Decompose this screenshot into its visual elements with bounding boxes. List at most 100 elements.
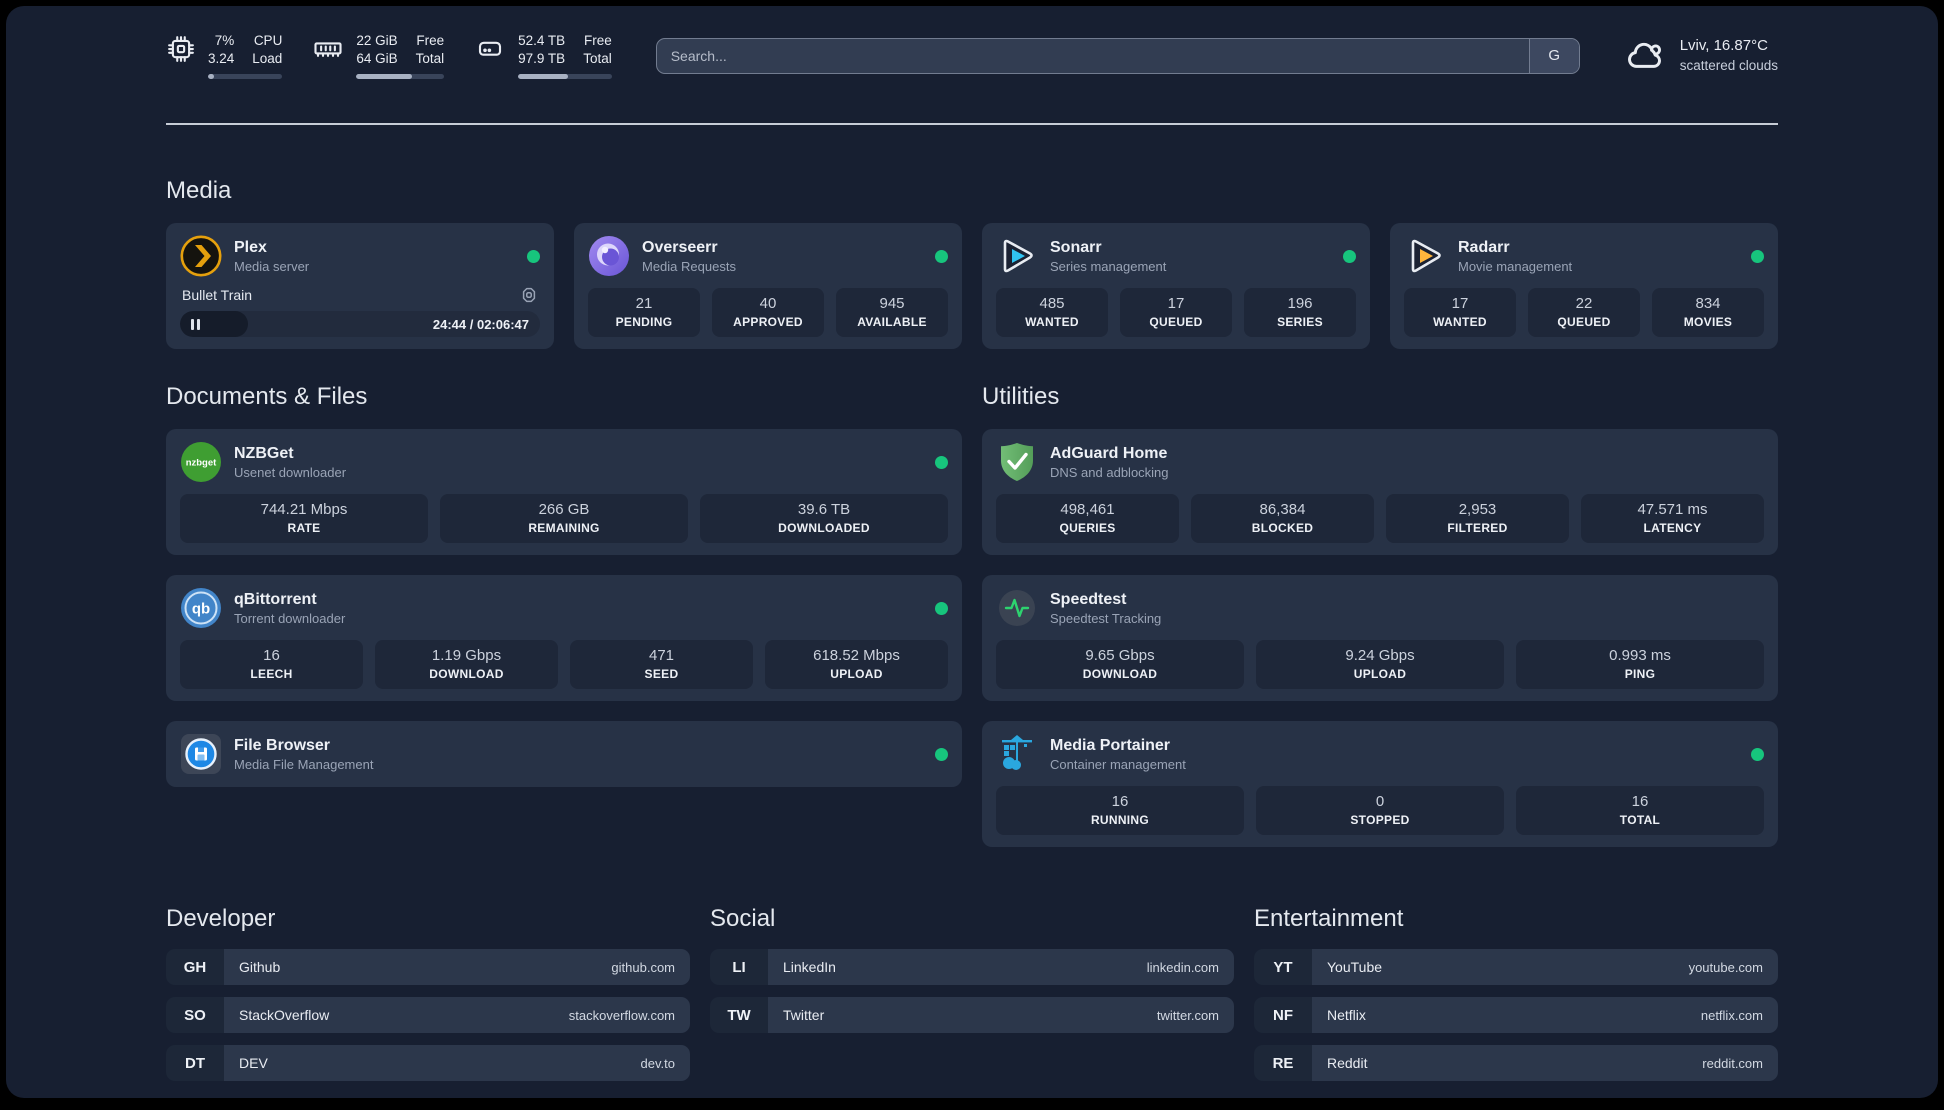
weather-location-temp: Lviv, 16.87°C: [1679, 36, 1768, 54]
svg-text:nzbget: nzbget: [186, 458, 217, 469]
bookmark-youtube[interactable]: YT YouTube youtube.com: [1254, 949, 1778, 985]
stat-approved: 40 APPROVED: [712, 288, 824, 337]
status-dot: [1751, 747, 1764, 761]
bookmark-name: Github: [239, 959, 281, 975]
bookmark-dev[interactable]: DT DEV dev.to: [166, 1045, 690, 1081]
bookmark-name: YouTube: [1327, 959, 1383, 975]
app-desc: Torrent downloader: [234, 610, 346, 626]
stat-remaining: 266 GB REMAINING: [440, 494, 688, 543]
app-card-portainer[interactable]: Media Portainer Container management 16 R…: [982, 721, 1778, 847]
now-playing-title: Bullet Train: [182, 287, 253, 303]
stat-queued: 17 QUEUED: [1120, 288, 1232, 337]
adguard-icon: [996, 441, 1038, 483]
app-card-filebrowser[interactable]: File Browser Media File Management: [166, 721, 962, 787]
app-name: Speedtest: [1050, 590, 1127, 608]
playback-progress-bar[interactable]: 24:44 / 02:06:47: [180, 311, 540, 337]
app-name: AdGuard Home: [1050, 444, 1168, 462]
app-card-adguard[interactable]: AdGuard Home DNS and adblocking 498,461 Q…: [982, 429, 1778, 555]
bookmark-name: Twitter: [783, 1007, 825, 1023]
stat-queued: 22 QUEUED: [1528, 288, 1640, 337]
cpu-percent: 7%: [214, 33, 235, 48]
bookmark-tag: SO: [166, 997, 224, 1033]
svg-text:qb: qb: [192, 601, 210, 618]
memory-total-value: 64 GiB: [356, 51, 398, 66]
speedtest-icon: [996, 587, 1038, 629]
status-dot: [935, 601, 948, 615]
app-desc: Container management: [1050, 756, 1186, 772]
disk-total-label: Total: [583, 51, 612, 66]
bookmark-stackoverflow[interactable]: SO StackOverflow stackoverflow.com: [166, 997, 690, 1033]
status-dot: [1343, 249, 1356, 263]
stat-movies: 834 MOVIES: [1652, 288, 1764, 337]
cpu-widget: 7% 3.24 CPU Load: [166, 32, 283, 79]
stat-download: 9.65 Gbps DOWNLOAD: [996, 640, 1244, 689]
memory-widget: 22 GiB 64 GiB Free Total: [312, 32, 445, 79]
app-name: Plex: [234, 238, 267, 256]
bookmark-url: linkedin.com: [1146, 959, 1219, 975]
bookmark-netflix[interactable]: NF Netflix netflix.com: [1254, 997, 1778, 1033]
memory-free-label: Free: [416, 33, 445, 48]
stat-series: 196 SERIES: [1244, 288, 1356, 337]
weather-widget: Lviv, 16.87°C scattered clouds: [1624, 36, 1778, 76]
bookmark-github[interactable]: GH Github github.com: [166, 949, 690, 985]
app-card-plex[interactable]: Plex Media server Bullet Train 24:44 / 0…: [166, 223, 554, 349]
memory-progress-bar: [356, 74, 445, 79]
stat-leech: 16 LEECH: [180, 640, 363, 689]
search-engine-button[interactable]: G: [1528, 38, 1579, 73]
section-title-social: Social: [710, 905, 776, 932]
memory-total-label: Total: [415, 51, 445, 66]
bookmark-name: Reddit: [1327, 1055, 1368, 1071]
bookmark-twitter[interactable]: TW Twitter twitter.com: [710, 997, 1234, 1033]
app-name: File Browser: [234, 736, 331, 754]
bookmark-name: StackOverflow: [239, 1007, 330, 1023]
bookmark-url: netflix.com: [1700, 1007, 1763, 1023]
app-desc: Media server: [234, 258, 310, 274]
overseerr-icon: [588, 235, 630, 277]
app-desc: Media File Management: [234, 756, 374, 772]
section-title-developer: Developer: [166, 905, 276, 932]
bookmark-url: youtube.com: [1688, 959, 1763, 975]
section-title-entertainment: Entertainment: [1254, 905, 1404, 932]
bookmark-tag: TW: [710, 997, 768, 1033]
bookmark-group-developer: Developer GH Github github.com SO StackO…: [166, 905, 690, 1093]
gear-icon[interactable]: [520, 286, 538, 304]
app-card-overseerr[interactable]: Overseerr Media Requests 21 PENDING 40 APP…: [574, 223, 962, 349]
app-card-speedtest[interactable]: Speedtest Speedtest Tracking 9.65 Gbps DO…: [982, 575, 1778, 701]
bookmark-url: dev.to: [640, 1055, 675, 1071]
search-bar: G: [655, 37, 1580, 74]
app-name: Radarr: [1458, 238, 1510, 256]
app-card-radarr[interactable]: Radarr Movie management 17 WANTED 22 QUEUE…: [1390, 223, 1778, 349]
app-name: Media Portainer: [1050, 736, 1171, 754]
stat-wanted: 17 WANTED: [1404, 288, 1516, 337]
stat-pending: 21 PENDING: [588, 288, 700, 337]
disk-free-label: Free: [583, 33, 612, 48]
status-dot: [935, 455, 948, 469]
app-desc: Series management: [1050, 258, 1167, 274]
app-card-nzbget[interactable]: nzbget NZBGet Usenet downloader 744.21 M…: [166, 429, 962, 555]
cpu-icon: [166, 32, 196, 64]
section-title-utilities: Utilities: [982, 383, 1060, 410]
weather-condition: scattered clouds: [1679, 57, 1778, 73]
search-input[interactable]: [655, 37, 1580, 74]
bookmark-name: DEV: [239, 1055, 268, 1071]
bookmark-reddit[interactable]: RE Reddit reddit.com: [1254, 1045, 1778, 1081]
cpu-progress-bar: [208, 74, 283, 79]
app-name: Sonarr: [1050, 238, 1102, 256]
pause-icon[interactable]: [191, 318, 200, 330]
app-card-sonarr[interactable]: Sonarr Series management 485 WANTED 17 QUE…: [982, 223, 1370, 349]
stat-ping: 0.993 ms PING: [1516, 640, 1764, 689]
portainer-icon: [996, 733, 1038, 775]
stat-queries: 498,461 QUERIES: [996, 494, 1179, 543]
status-dot: [935, 249, 948, 263]
media-grid: Plex Media server Bullet Train 24:44 / 0…: [166, 223, 1778, 349]
plex-icon: [180, 235, 222, 277]
bookmark-url: stackoverflow.com: [568, 1007, 675, 1023]
bookmark-linkedin[interactable]: LI LinkedIn linkedin.com: [710, 949, 1234, 985]
disk-icon: [474, 32, 506, 64]
memory-free-value: 22 GiB: [356, 33, 398, 48]
status-dot: [1751, 249, 1764, 263]
bookmark-tag: DT: [166, 1045, 224, 1081]
stat-available: 945 AVAILABLE: [836, 288, 948, 337]
sonarr-icon: [996, 235, 1038, 277]
app-card-qbittorrent[interactable]: qb qBittorrent Torrent downloader 16 LEE…: [166, 575, 962, 701]
